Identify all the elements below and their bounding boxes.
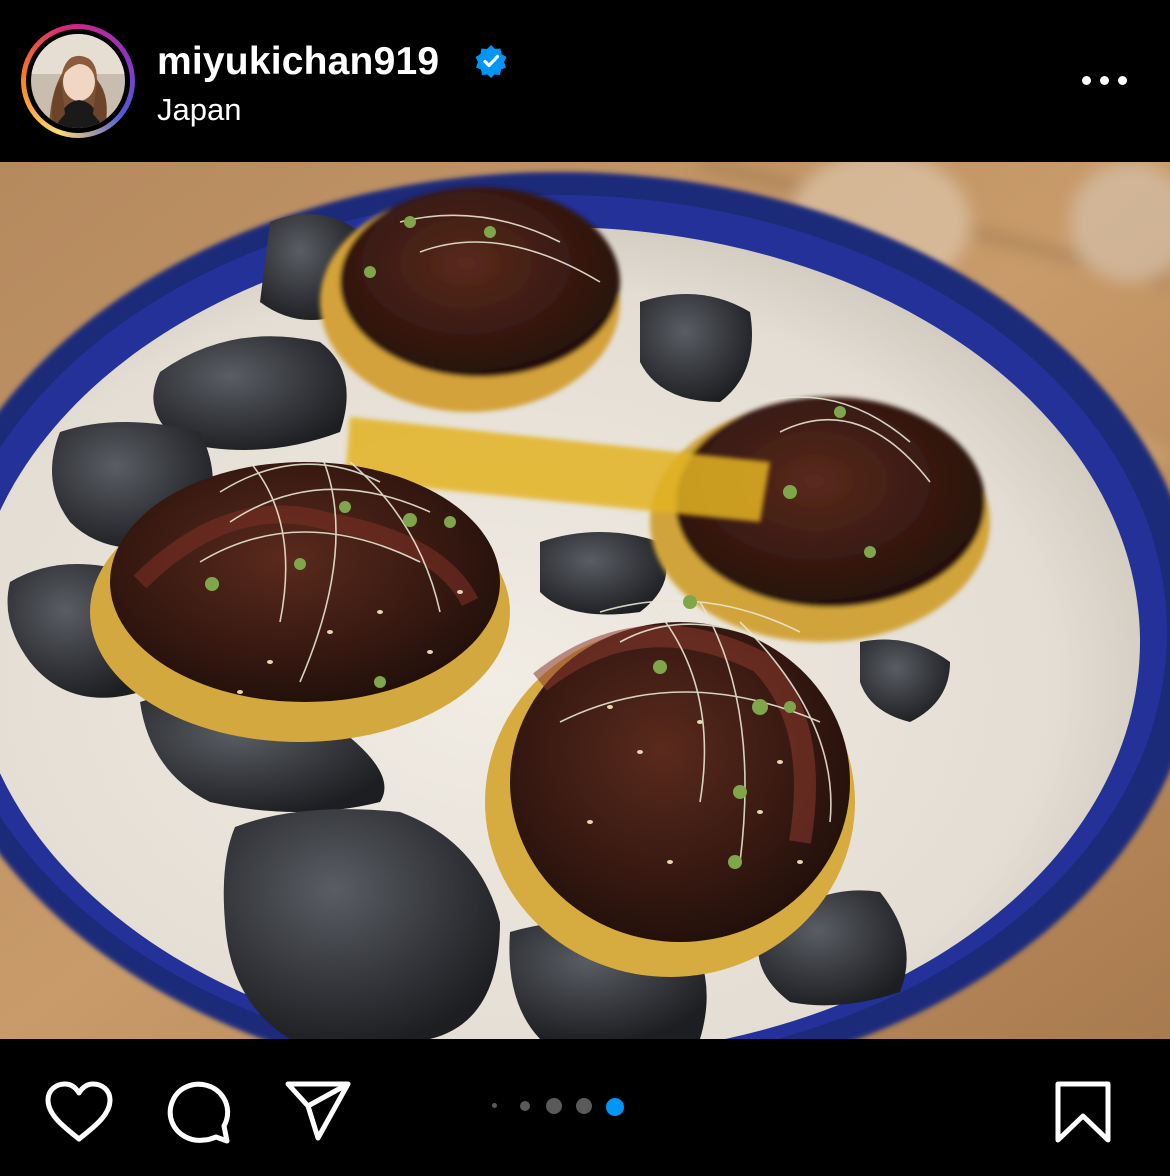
avatar-image xyxy=(31,34,125,128)
carousel-indicator xyxy=(488,1096,638,1116)
carousel-dot-active xyxy=(606,1098,624,1116)
story-ring[interactable] xyxy=(21,24,135,138)
heart-icon[interactable] xyxy=(44,1081,114,1143)
carousel-dot xyxy=(492,1103,497,1108)
food-photo xyxy=(0,162,1170,1039)
verified-badge-icon xyxy=(475,45,507,78)
paper-plane-icon[interactable] xyxy=(284,1080,352,1142)
more-horizontal-icon xyxy=(1082,76,1091,85)
post-header: miyukichan919 Japan xyxy=(0,0,1170,162)
bookmark-icon[interactable] xyxy=(1054,1080,1112,1144)
post-location[interactable]: Japan xyxy=(157,92,241,128)
carousel-dot xyxy=(576,1098,592,1114)
username[interactable]: miyukichan919 xyxy=(157,40,439,84)
carousel-dot xyxy=(520,1101,530,1111)
more-options-button[interactable] xyxy=(1076,62,1132,98)
post-image[interactable] xyxy=(0,162,1170,1039)
comment-bubble-icon[interactable] xyxy=(166,1080,232,1146)
carousel-dot xyxy=(546,1098,562,1114)
avatar[interactable] xyxy=(31,34,125,128)
